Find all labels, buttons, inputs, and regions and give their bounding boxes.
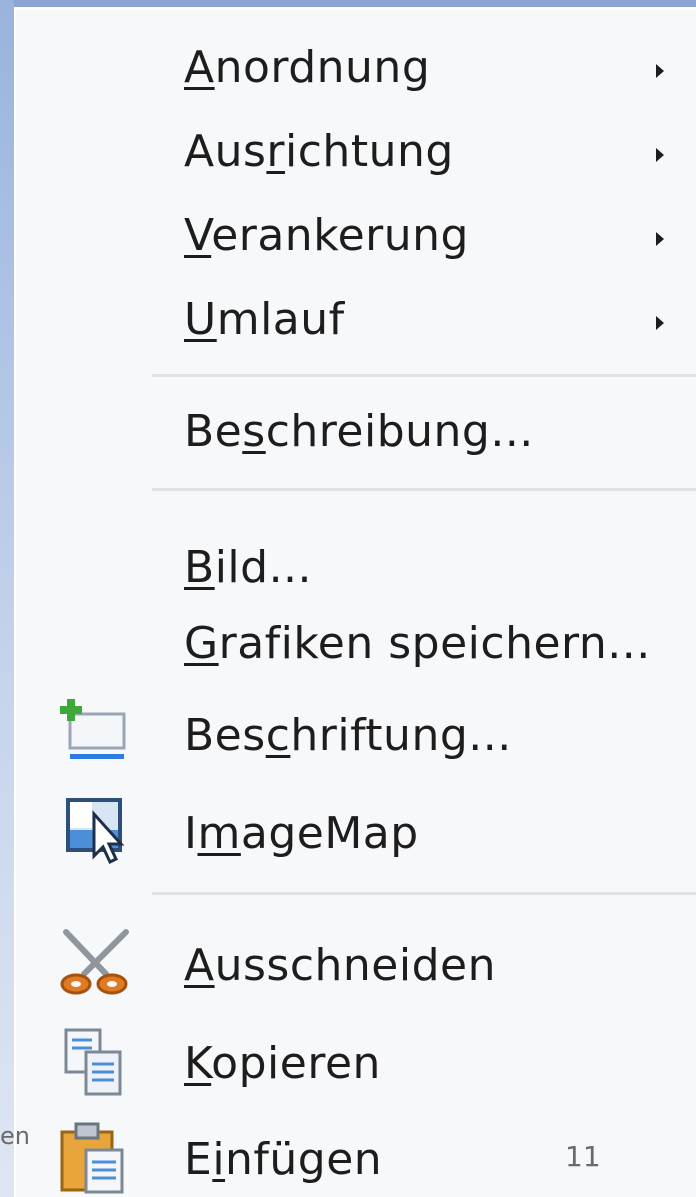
window-left-edge [0,0,14,1197]
menu-separator [152,374,696,377]
menu-item-ausschneiden[interactable]: Ausschneiden [16,928,696,1012]
menu-item-label: Ausschneiden [184,940,496,991]
menu-item-anordnung[interactable]: Anordnung [16,30,696,114]
menu-item-label: Kopieren [184,1038,381,1089]
menu-item-label: Ausrichtung [184,126,454,177]
submenu-arrow-icon [656,232,664,246]
menu-item-kopieren[interactable]: Kopieren [16,1026,696,1110]
menu-item-label: ImageMap [184,808,419,859]
menu-item-ausrichtung[interactable]: Ausrichtung [16,114,696,198]
menu-item-imagemap[interactable]: ImageMap [16,796,696,880]
menu-item-label: Beschreibung... [184,406,534,457]
menu-item-label: Verankerung [184,210,469,261]
menu-item-grafiken-speichern[interactable]: Grafiken speichern... [16,606,696,690]
menu-item-label: Anordnung [184,42,431,93]
submenu-arrow-icon [656,64,664,78]
menu-item-label: Umlauf [184,294,345,345]
scissors-icon [56,926,132,1002]
paste-icon [56,1118,132,1194]
menu-item-beschreibung[interactable]: Beschreibung... [16,394,696,478]
imagemap-icon [56,792,132,868]
menu-item-bild[interactable]: Bild... [16,530,696,614]
submenu-arrow-icon [656,316,664,330]
menu-item-label: Beschriftung... [184,710,512,761]
menu-item-label: Bild... [184,542,313,593]
menu-item-label: Grafiken speichern... [184,618,651,669]
menu-item-label: Einfügen [184,1134,383,1185]
menu-separator [152,892,696,895]
menu-item-verankerung[interactable]: Verankerung [16,198,696,282]
background-text-fragment: en [0,1122,30,1150]
context-menu: Anordnung Ausrichtung Verankerung Umlauf… [14,10,696,1197]
menu-item-beschriftung[interactable]: Beschriftung... [16,698,696,782]
page-number: 11 [565,1140,601,1173]
menu-separator [152,488,696,491]
menu-top-border [14,0,696,10]
insert-caption-icon [56,696,132,772]
menu-item-umlauf[interactable]: Umlauf [16,282,696,366]
submenu-arrow-icon [656,148,664,162]
copy-icon [56,1024,132,1100]
